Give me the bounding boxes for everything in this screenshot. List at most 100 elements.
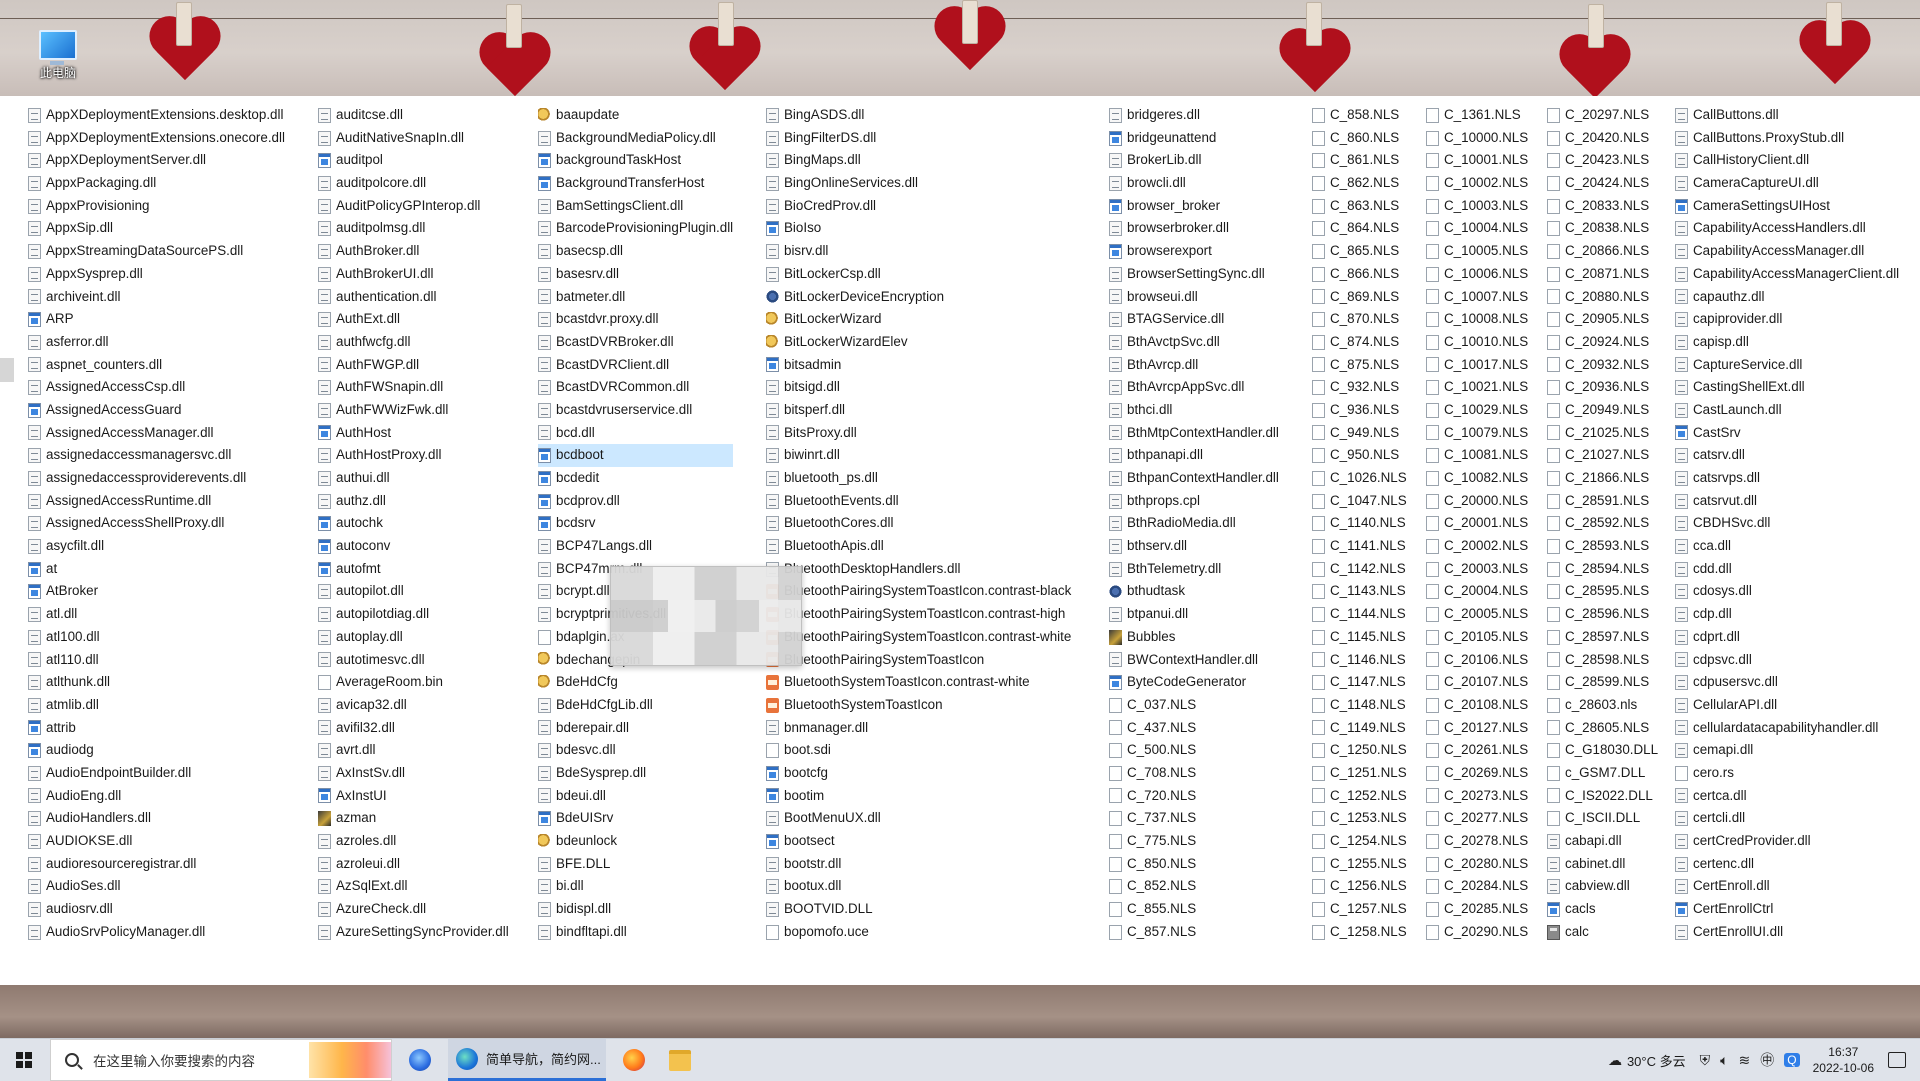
file-item[interactable]: BrowserSettingSync.dll	[1109, 263, 1279, 286]
file-item[interactable]: cabapi.dll	[1547, 830, 1658, 853]
file-item[interactable]: AUDIOKSE.dll	[28, 830, 285, 853]
file-item[interactable]: C_20106.NLS	[1426, 649, 1528, 672]
file-item[interactable]: authz.dll	[318, 490, 509, 513]
file-item[interactable]: bi.dll	[538, 875, 733, 898]
file-item[interactable]: browcli.dll	[1109, 172, 1279, 195]
file-item[interactable]: C_20002.NLS	[1426, 535, 1528, 558]
file-item[interactable]: CertEnrollCtrl	[1675, 898, 1899, 921]
file-item[interactable]: BitLockerWizard	[766, 308, 1071, 331]
file-item[interactable]: C_20005.NLS	[1426, 603, 1528, 626]
file-item[interactable]: AudioSrvPolicyManager.dll	[28, 921, 285, 944]
file-item[interactable]: C_1147.NLS	[1312, 671, 1407, 694]
file-item[interactable]: BluetoothPairingSystemToastIcon.contrast…	[766, 626, 1071, 649]
file-item[interactable]: bitsadmin	[766, 354, 1071, 377]
file-item[interactable]: AxInstUI	[318, 785, 509, 808]
file-item[interactable]: C_10010.NLS	[1426, 331, 1528, 354]
file-item[interactable]: autopilotdiag.dll	[318, 603, 509, 626]
file-item[interactable]: AssignedAccessShellProxy.dll	[28, 512, 285, 535]
file-item[interactable]: BluetoothEvents.dll	[766, 490, 1071, 513]
file-item[interactable]: boot.sdi	[766, 739, 1071, 762]
file-item[interactable]: AppXDeploymentExtensions.desktop.dll	[28, 104, 285, 127]
file-item[interactable]: C_1251.NLS	[1312, 762, 1407, 785]
file-item[interactable]: C_1256.NLS	[1312, 875, 1407, 898]
security-shield-icon[interactable]: ⛨	[1700, 1052, 1711, 1069]
file-item[interactable]: C_1258.NLS	[1312, 921, 1407, 944]
file-item[interactable]: C_1141.NLS	[1312, 535, 1407, 558]
file-item[interactable]: AuditPolicyGPInterop.dll	[318, 195, 509, 218]
file-item[interactable]: BingOnlineServices.dll	[766, 172, 1071, 195]
file-item[interactable]: auditpolcore.dll	[318, 172, 509, 195]
file-item[interactable]: capisp.dll	[1675, 331, 1899, 354]
file-item[interactable]: bcastdvr.proxy.dll	[538, 308, 733, 331]
file-item[interactable]: autochk	[318, 512, 509, 535]
file-item[interactable]: c_28603.nls	[1547, 694, 1658, 717]
file-item[interactable]: capiprovider.dll	[1675, 308, 1899, 331]
file-item[interactable]: AxInstSv.dll	[318, 762, 509, 785]
file-item[interactable]: catsrvut.dll	[1675, 490, 1899, 513]
file-item[interactable]: asycfilt.dll	[28, 535, 285, 558]
file-item[interactable]: C_28599.NLS	[1547, 671, 1658, 694]
file-item[interactable]: CameraSettingsUIHost	[1675, 195, 1899, 218]
file-item[interactable]: AuditNativeSnapIn.dll	[318, 127, 509, 150]
file-item[interactable]: audiodg	[28, 739, 285, 762]
file-item[interactable]: C_1142.NLS	[1312, 558, 1407, 581]
file-item[interactable]: CapabilityAccessHandlers.dll	[1675, 217, 1899, 240]
file-item[interactable]: BluetoothDesktopHandlers.dll	[766, 558, 1071, 581]
file-item[interactable]: BluetoothPairingSystemToastIcon.contrast…	[766, 603, 1071, 626]
file-item[interactable]: C_10021.NLS	[1426, 376, 1528, 399]
weather-text[interactable]: 30°C 多云	[1627, 1051, 1686, 1070]
file-item[interactable]: C_1143.NLS	[1312, 580, 1407, 603]
this-pc-desktop-icon[interactable]: 此电脑	[30, 30, 86, 81]
file-item[interactable]: certCredProvider.dll	[1675, 830, 1899, 853]
file-item[interactable]: C_20949.NLS	[1547, 399, 1658, 422]
file-item[interactable]: authui.dll	[318, 467, 509, 490]
file-item[interactable]: C_20866.NLS	[1547, 240, 1658, 263]
network-icon[interactable]: ≋	[1739, 1052, 1751, 1069]
file-item[interactable]: bindfltapi.dll	[538, 921, 733, 944]
file-item[interactable]: auditpol	[318, 149, 509, 172]
file-item[interactable]: CaptureService.dll	[1675, 354, 1899, 377]
file-item[interactable]: C_20880.NLS	[1547, 286, 1658, 309]
file-item[interactable]: btpanui.dll	[1109, 603, 1279, 626]
file-item[interactable]: BWContextHandler.dll	[1109, 649, 1279, 672]
file-item[interactable]: c_GSM7.DLL	[1547, 762, 1658, 785]
file-item[interactable]: bidispl.dll	[538, 898, 733, 921]
file-item[interactable]: aspnet_counters.dll	[28, 354, 285, 377]
file-item[interactable]: BarcodeProvisioningPlugin.dll	[538, 217, 733, 240]
file-item[interactable]: AudioEndpointBuilder.dll	[28, 762, 285, 785]
file-item[interactable]: bnmanager.dll	[766, 717, 1071, 740]
file-item[interactable]: C_500.NLS	[1109, 739, 1279, 762]
file-item[interactable]: AuthBroker.dll	[318, 240, 509, 263]
taskbar-app-firefox[interactable]	[614, 1039, 654, 1081]
file-item[interactable]: AuthFWSnapin.dll	[318, 376, 509, 399]
file-item[interactable]: AssignedAccessGuard	[28, 399, 285, 422]
file-item[interactable]: C_20108.NLS	[1426, 694, 1528, 717]
file-item[interactable]: C_20924.NLS	[1547, 331, 1658, 354]
file-item[interactable]: C_10000.NLS	[1426, 127, 1528, 150]
file-item[interactable]: C_10002.NLS	[1426, 172, 1528, 195]
file-item[interactable]: assignedaccessmanagersvc.dll	[28, 444, 285, 467]
file-item[interactable]: baaupdate	[538, 104, 733, 127]
file-item[interactable]: BTAGService.dll	[1109, 308, 1279, 331]
file-item[interactable]: auditpolmsg.dll	[318, 217, 509, 240]
file-item[interactable]: C_870.NLS	[1312, 308, 1407, 331]
file-item[interactable]: C_20833.NLS	[1547, 195, 1658, 218]
file-item[interactable]: bcastdvruserservice.dll	[538, 399, 733, 422]
weather-icon[interactable]: ☁	[1608, 1052, 1622, 1069]
file-item[interactable]: certenc.dll	[1675, 853, 1899, 876]
file-item[interactable]: atl.dll	[28, 603, 285, 626]
file-item[interactable]: C_1148.NLS	[1312, 694, 1407, 717]
taskbar-app-sogou[interactable]	[400, 1039, 440, 1081]
file-item[interactable]: calc	[1547, 921, 1658, 944]
file-item[interactable]: C_20001.NLS	[1426, 512, 1528, 535]
file-item[interactable]: BthAvrcp.dll	[1109, 354, 1279, 377]
file-item[interactable]: azman	[318, 807, 509, 830]
file-item[interactable]: autotimesvc.dll	[318, 649, 509, 672]
file-item[interactable]: C_865.NLS	[1312, 240, 1407, 263]
file-item[interactable]: BthMtpContextHandler.dll	[1109, 422, 1279, 445]
file-item[interactable]: C_28598.NLS	[1547, 649, 1658, 672]
file-item[interactable]: C_28592.NLS	[1547, 512, 1658, 535]
file-item[interactable]: capauthz.dll	[1675, 286, 1899, 309]
file-item[interactable]: BitLockerDeviceEncryption	[766, 286, 1071, 309]
file-item[interactable]: C_874.NLS	[1312, 331, 1407, 354]
